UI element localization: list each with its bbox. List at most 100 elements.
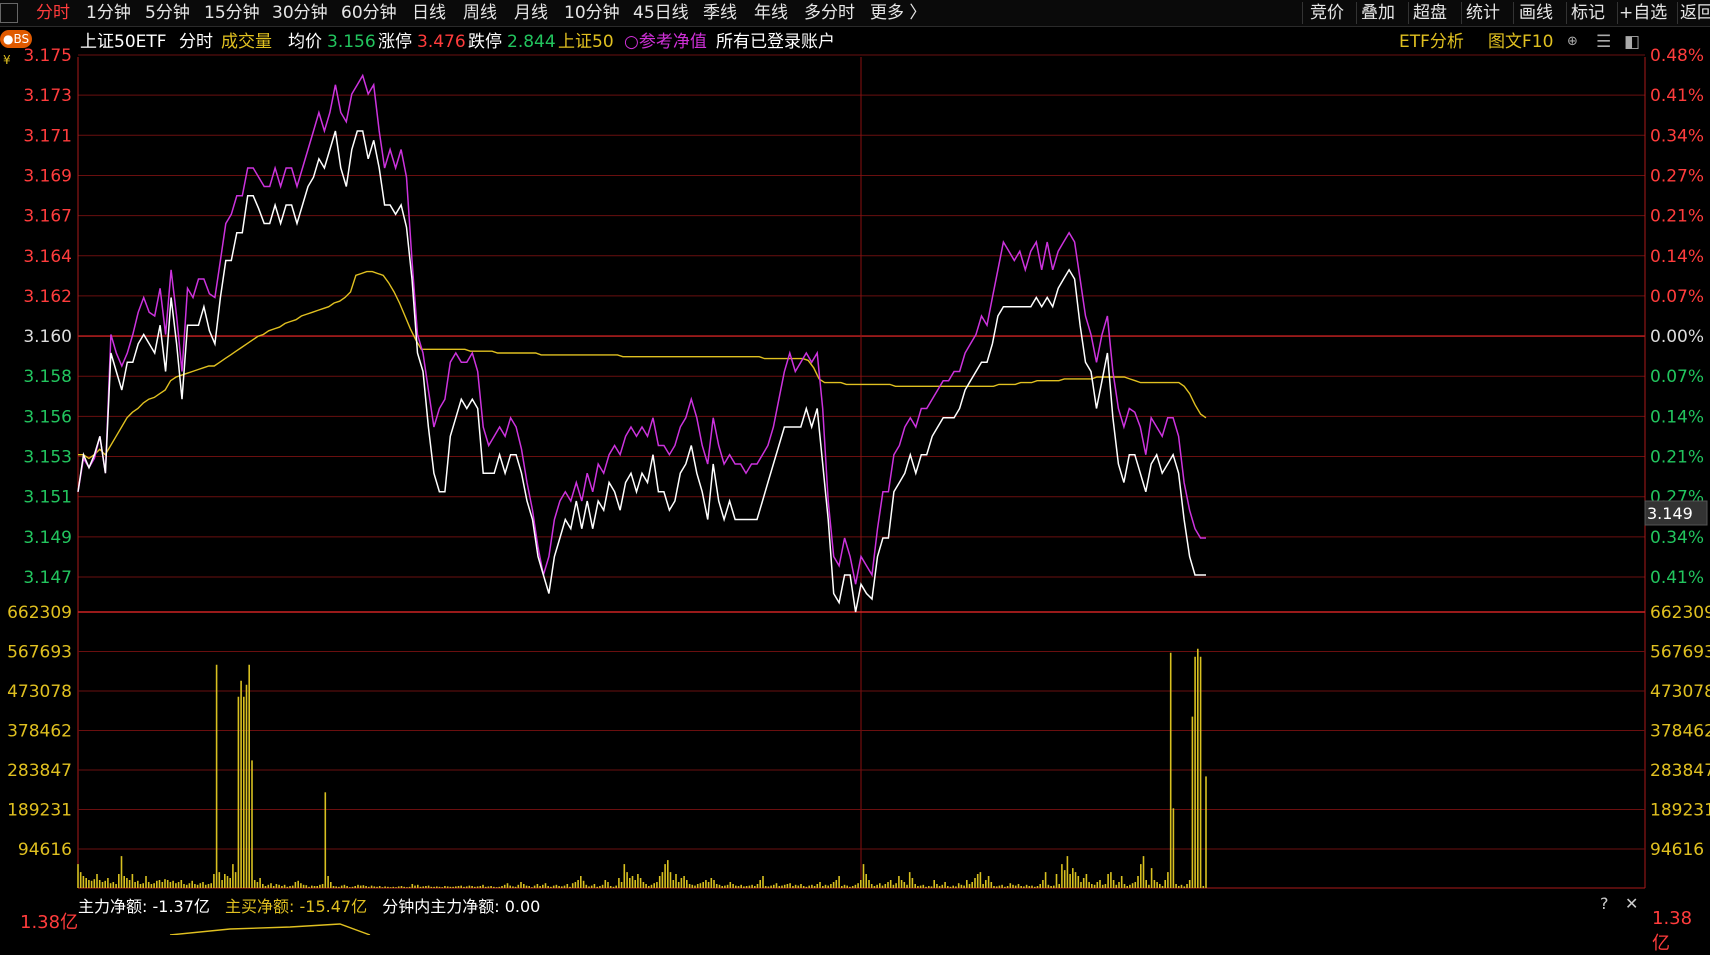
volume-tick-label: 378462: [1650, 722, 1710, 742]
percent-tick-label: 0.14%: [1650, 407, 1704, 427]
nav-reference-label[interactable]: ○参考净值: [624, 27, 707, 57]
price-tick-label: 3.164: [23, 247, 72, 267]
volume-tick-label: 189231: [7, 801, 72, 821]
capital-flow-line: [169, 923, 371, 935]
tab-daily[interactable]: 日线: [412, 0, 446, 26]
tab-1min[interactable]: 1分钟: [86, 0, 131, 26]
volume-tick-label: 473078: [7, 682, 72, 702]
volume-tick-label: 473078: [1650, 682, 1710, 702]
price-tick-label: 3.153: [23, 448, 72, 468]
price-tick-label: 3.162: [23, 287, 72, 307]
percent-tick-label: 0.14%: [1650, 247, 1704, 267]
volume-tick-label: 662309: [1650, 603, 1710, 623]
timeframe-tabbar: 分时 1分钟 5分钟 15分钟 30分钟 60分钟 日线 周线 月线 10分钟 …: [0, 0, 1710, 27]
avg-price-value: 3.156: [327, 32, 376, 52]
volume-tick-label: 378462: [7, 722, 72, 742]
bs-badge[interactable]: ●BS: [0, 30, 33, 48]
tab-add-watchlist[interactable]: +自选: [1619, 0, 1667, 26]
symbol-name: 上证50ETF: [80, 32, 167, 52]
price-tick-label: 3.169: [23, 166, 72, 186]
index-overlay-label[interactable]: 上证50: [558, 27, 614, 57]
tab-auction[interactable]: 竞价: [1310, 0, 1344, 26]
window-layout-icon[interactable]: ◧: [1624, 27, 1640, 57]
flow-axis-left: 1.38亿: [20, 912, 79, 933]
limit-up-value: 3.476: [417, 32, 466, 52]
price-line: [77, 130, 1206, 613]
price-tick-label: 3.149: [23, 528, 72, 548]
cursor-value: 3.149: [1647, 504, 1693, 523]
volume-tick-label: 567693: [1650, 643, 1710, 663]
price-tick-label: 3.147: [23, 568, 72, 588]
tab-10min[interactable]: 10分钟: [564, 0, 620, 26]
percent-tick-label: 0.00%: [1650, 327, 1704, 347]
menu-icon[interactable]: ☰: [1596, 27, 1611, 57]
price-tick-label: 3.158: [23, 367, 72, 387]
tab-mark[interactable]: 标记: [1571, 0, 1605, 26]
percent-tick-label: 0.27%: [1650, 488, 1704, 508]
tab-yearly[interactable]: 年线: [754, 0, 788, 26]
etf-analysis-button[interactable]: ETF分析: [1399, 27, 1464, 57]
collapse-icon[interactable]: ⊕: [1567, 27, 1578, 57]
tab-60min[interactable]: 60分钟: [341, 0, 397, 26]
volume-label: 成交量: [221, 32, 272, 52]
price-axis-left: 3.1753.1733.1713.1693.1673.1643.1623.160…: [23, 46, 72, 588]
intraday-chart[interactable]: 3.1753.1733.1713.1693.1673.1643.1623.160…: [0, 0, 1710, 935]
percent-tick-label: 0.34%: [1650, 126, 1704, 146]
price-tick-label: 3.171: [23, 126, 72, 146]
main-net-value: -1.37亿: [152, 897, 210, 916]
price-tick-label: 3.167: [23, 207, 72, 227]
limit-down-value: 2.844: [507, 32, 556, 52]
sidebar-toggle-icon[interactable]: [0, 3, 18, 23]
percent-tick-label: 0.07%: [1650, 287, 1704, 307]
volume-tick-label: 189231: [1650, 801, 1710, 821]
price-tick-label: 3.173: [23, 86, 72, 106]
tab-monthly[interactable]: 月线: [514, 0, 548, 26]
avg-price-label: 均价: [288, 32, 322, 52]
limit-up-label: 涨停: [378, 32, 412, 52]
percent-tick-label: 0.27%: [1650, 166, 1704, 186]
chart-info-bar: ●BS 上证50ETF 分时 成交量 均价 3.156 涨停 3.476 跌停 …: [0, 27, 1710, 57]
volume-tick-label: 662309: [7, 603, 72, 623]
price-tick-label: 3.156: [23, 407, 72, 427]
volume-tick-label: 94616: [1650, 840, 1704, 860]
minute-net-label: 分钟内主力净额:: [382, 897, 500, 916]
tab-draw-line[interactable]: 画线: [1519, 0, 1553, 26]
nav-reference-line: [77, 73, 1206, 585]
chart-grid: [77, 54, 1646, 889]
tab-overlay[interactable]: 叠加: [1361, 0, 1395, 26]
tab-quarterly[interactable]: 季线: [703, 0, 737, 26]
volume-tick-label: 283847: [7, 761, 72, 781]
tab-statistics[interactable]: 统计: [1466, 0, 1500, 26]
avg-price-line: [78, 270, 1207, 460]
tab-more[interactable]: 更多 〉: [870, 0, 926, 26]
f10-button[interactable]: 图文F10: [1488, 27, 1553, 57]
price-tick-label: 3.160: [23, 327, 72, 347]
tab-5min[interactable]: 5分钟: [145, 0, 190, 26]
tab-multi-intraday[interactable]: 多分时: [804, 0, 855, 26]
tab-30min[interactable]: 30分钟: [272, 0, 328, 26]
tab-super-board[interactable]: 超盘: [1413, 0, 1447, 26]
percent-tick-label: 0.41%: [1650, 86, 1704, 106]
percent-tick-label: 0.34%: [1650, 528, 1704, 548]
capital-flow-bar: 主力净额: -1.37亿 主买净额: -15.47亿 分钟内主力净额: 0.00: [78, 894, 540, 920]
price-tick-label: 3.151: [23, 488, 72, 508]
percent-tick-label: 0.07%: [1650, 367, 1704, 387]
help-icon[interactable]: ?: [1600, 894, 1609, 913]
percent-tick-label: 0.21%: [1650, 448, 1704, 468]
volume-tick-label: 283847: [1650, 761, 1710, 781]
volume-axis-left: 662309 567693 473078 378462 283847 189231 9461…: [7, 603, 72, 860]
close-icon[interactable]: ✕: [1625, 894, 1638, 913]
account-filter-label[interactable]: 所有已登录账户: [716, 27, 835, 57]
flow-axis-right: 1.38亿: [1652, 908, 1693, 954]
minute-net-value: 0.00: [504, 897, 541, 916]
tab-weekly[interactable]: 周线: [463, 0, 497, 26]
tab-15min[interactable]: 15分钟: [204, 0, 260, 26]
tab-back[interactable]: 返回: [1680, 0, 1710, 26]
volume-bars: [77, 648, 1207, 888]
main-buy-value: -15.47亿: [299, 897, 368, 916]
percent-tick-label: 0.21%: [1650, 207, 1704, 227]
chart-mode-label: 分时: [179, 32, 213, 52]
volume-tick-label: 94616: [18, 840, 72, 860]
tab-45day[interactable]: 45日线: [633, 0, 689, 26]
tab-intraday[interactable]: 分时: [36, 0, 70, 26]
